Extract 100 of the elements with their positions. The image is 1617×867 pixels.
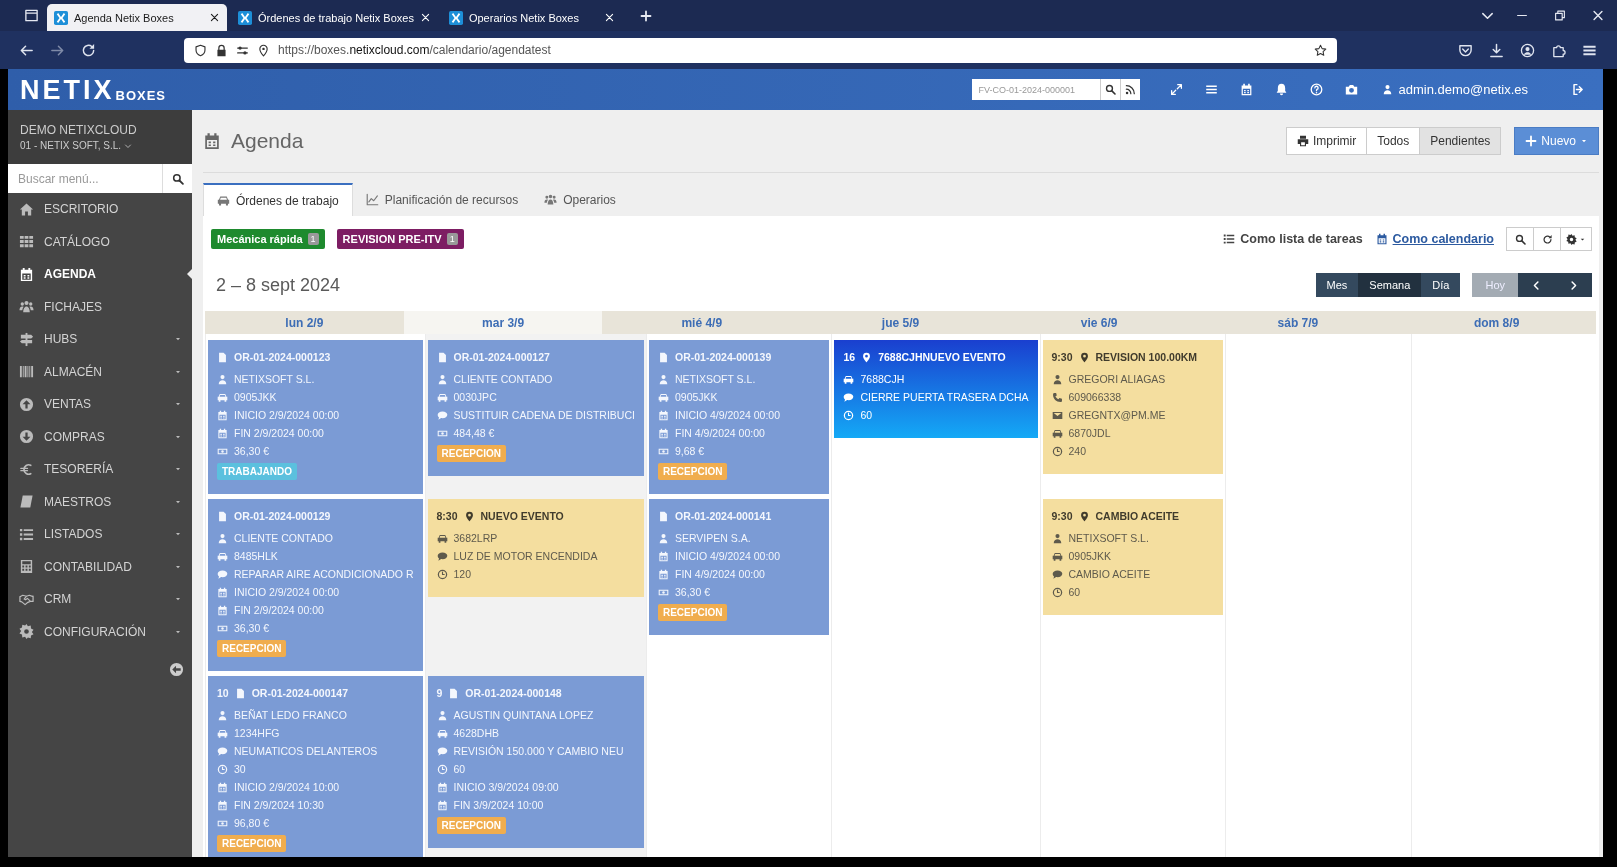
card-field: CLIENTE CONTADO [234,532,333,544]
next-button[interactable] [1555,273,1592,297]
event-card[interactable]: 8:30 NUEVO EVENTO 3682LRP LUZ DE MOTOR ENCENDIDA 120 [427,499,644,597]
event-card[interactable]: 9:30 CAMBIO ACEITE NETIXSOFT S.L. 0905JKK CAMBIO ACEITE 60 [1042,499,1223,615]
date-range: 2 – 8 sept 2024 [216,274,341,296]
card-field: CAMBIO ACEITE [1068,568,1151,580]
view-mode-button[interactable]: Semana [1358,273,1422,297]
search-button[interactable] [1100,79,1121,100]
settings-button[interactable] [1560,227,1592,251]
tab[interactable]: Órdenes de trabajo [203,183,353,216]
shield-icon[interactable] [194,43,207,57]
sidebar-item[interactable]: VENTAS [8,388,192,421]
refresh-button[interactable] [1533,227,1561,251]
close-icon[interactable] [209,12,220,23]
category-tag[interactable]: Mecánica rápida 1 [211,229,325,249]
logout-icon[interactable] [1572,83,1585,96]
view-mode-button[interactable]: Mes [1315,273,1359,297]
gear-icon [19,624,34,640]
clock-icon [843,409,855,421]
file-icon [234,687,246,699]
card-field: FIN 2/9/2024 10:30 [234,799,324,811]
download-icon[interactable] [1489,42,1504,58]
event-card[interactable]: 16 7688CJHNUEVO EVENTO 7688CJH CIERRE PUERTA TRASERA DCHA 60 [834,340,1038,438]
browser-tab[interactable]: Operarios Netix Boxes [441,4,622,31]
tab-list-icon[interactable] [24,8,39,23]
puzzle-icon[interactable] [1551,42,1566,58]
day-header: mié 4/9 [680,314,724,332]
tab-title: Agenda Netix Boxes [74,11,175,24]
status-badge: RECEPCION [436,816,506,834]
card-field: INICIO 4/9/2024 00:00 [674,409,781,421]
card-time: 9 [436,687,443,699]
card-field: INICIO 2/9/2024 10:00 [234,781,340,793]
card-field: FIN 3/9/2024 10:00 [453,799,544,811]
forward-icon[interactable] [50,42,65,58]
close-icon[interactable] [603,12,615,23]
lock-icon[interactable] [215,43,228,57]
category-tag[interactable]: REVISION PRE-ITV 1 [336,229,464,249]
filter-button[interactable]: Pendientes [1419,127,1502,155]
sidebar-item[interactable]: CONFIGURACIÓN [8,615,192,648]
filter-button[interactable]: Todos [1366,127,1421,155]
url-field[interactable]: https://boxes.netixcloud.com/calendario/agendatest [184,37,1337,63]
restore-icon[interactable] [1553,8,1567,23]
help-icon[interactable] [1310,83,1324,96]
menu-icon[interactable] [1205,83,1219,96]
location-icon[interactable] [257,43,270,57]
view-link[interactable]: Como calendario [1375,232,1494,246]
account-icon[interactable] [1520,42,1535,58]
tab[interactable]: Operarios [531,183,629,216]
chart-icon [365,193,379,206]
card-field: SERVIPEN S.A. [674,532,751,544]
plus-icon [1525,135,1538,147]
browser-tab[interactable]: Agenda Netix Boxes [47,4,227,31]
sidebar-item[interactable]: COMPRAS [8,420,192,453]
search-icon [1514,233,1526,245]
sidebar-item[interactable]: AGENDA [8,258,192,291]
view-link[interactable]: Como lista de tareas [1223,232,1363,246]
sidebar-item[interactable]: FICHAJES [8,290,192,323]
sidebar-item[interactable]: TESORERÍA [8,453,192,486]
rss-button[interactable] [1120,79,1141,100]
pin-icon [463,510,475,522]
calendar-icon[interactable] [1240,83,1254,96]
star-icon[interactable] [1314,43,1327,57]
sidebar-item[interactable]: CONTABILIDAD [8,550,192,583]
sidebar-item[interactable]: CRM [8,583,192,616]
search-button[interactable] [1506,227,1534,251]
branch-selector[interactable]: 01 - NETIX SOFT, S.L. [20,140,122,151]
grid-icon [19,234,34,250]
card-field: 3682LRP [453,532,498,544]
menu-search-field[interactable]: Buscar menú... [8,164,162,193]
pocket-icon[interactable] [1458,42,1473,58]
search-button[interactable] [162,164,192,193]
sidebar-item[interactable]: CATÁLOGO [8,225,192,258]
back-icon[interactable] [19,42,34,58]
print-button[interactable]: Imprimir [1285,127,1368,155]
user-email[interactable]: admin.demo@netix.es [1398,82,1528,97]
card-title: OR-01-2024-000141 [674,510,772,522]
reload-icon[interactable] [81,42,96,58]
collapse-icon[interactable] [169,662,184,677]
new-button[interactable]: Nuevo [1514,127,1599,155]
sidebar-item[interactable]: ESCRITORIO [8,193,192,226]
sidebar-item[interactable]: MAESTROS [8,485,192,518]
card-field: NETIXSOFT S.L. [1068,532,1149,544]
event-card[interactable]: 9:30 REVISION 100.00KM GREGORI ALIAGAS 609066338 GREGNTX@PM.ME 6870JDL 240 [1042,340,1223,474]
expand-icon[interactable] [1170,83,1184,96]
card-title: OR-01-2024-000139 [674,351,772,363]
tag-label: REVISION PRE-ITV [342,233,442,245]
close-icon[interactable] [419,12,431,23]
tab[interactable]: Planificación de recursos [352,183,532,216]
browser-tab[interactable]: Órdenes de trabajo Netix Boxes [231,4,438,31]
view-mode-button[interactable]: Día [1421,273,1461,297]
sidebar-item[interactable]: ALMACÉN [8,355,192,388]
plus-icon[interactable] [639,9,652,22]
count-badge: 1 [307,233,319,245]
bell-icon[interactable] [1275,83,1289,96]
search-field[interactable]: FV-CO-01-2024-000001 [972,79,1101,100]
sidebar-item[interactable]: HUBS [8,323,192,356]
camera-icon[interactable] [1345,83,1359,96]
close-icon[interactable] [1591,8,1605,23]
previous-button[interactable] [1518,273,1555,297]
sidebar-item[interactable]: LISTADOS [8,518,192,551]
